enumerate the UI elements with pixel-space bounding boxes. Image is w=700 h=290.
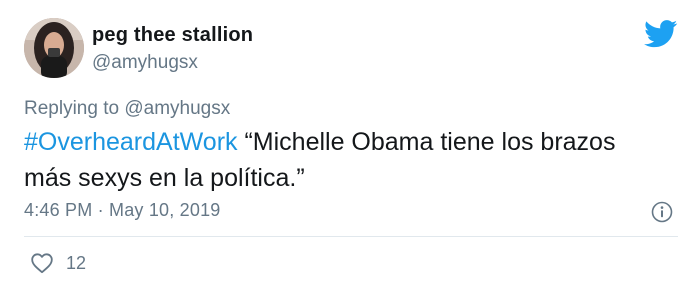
twitter-bird-icon[interactable] <box>644 20 678 48</box>
reply-mention-link[interactable]: @amyhugsx <box>124 98 230 119</box>
user-handle[interactable]: @amyhugsx <box>92 52 198 74</box>
display-name[interactable]: peg thee stallion <box>92 24 253 47</box>
heart-outline-icon[interactable] <box>30 252 54 274</box>
info-icon[interactable] <box>651 201 673 223</box>
tweet-text: #OverheardAtWork “Michelle Obama tiene l… <box>24 124 664 196</box>
profile-photo-icon <box>24 18 84 78</box>
hashtag-link[interactable]: #OverheardAtWork <box>24 128 238 156</box>
tweet-card: peg thee stallion @amyhugsx Replying to … <box>0 0 700 290</box>
like-count: 12 <box>66 253 87 273</box>
avatar[interactable] <box>24 18 84 78</box>
replying-to: Replying to @amyhugsx <box>24 98 230 120</box>
replying-prefix: Replying to <box>24 98 125 119</box>
timestamp[interactable]: 4:46 PM · May 10, 2019 <box>24 200 221 221</box>
divider <box>24 236 678 237</box>
